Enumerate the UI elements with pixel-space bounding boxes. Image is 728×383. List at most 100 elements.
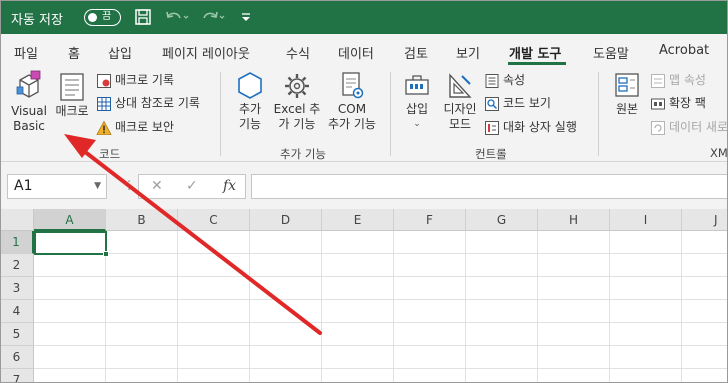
row-header[interactable]: 7	[0, 369, 34, 383]
addins-icon	[238, 72, 262, 99]
map-properties-button[interactable]: 맵 속성	[650, 70, 706, 90]
expansion-packs-icon	[651, 98, 665, 109]
column-header[interactable]: D	[250, 209, 322, 231]
map-properties-icon	[651, 73, 665, 88]
redo-icon[interactable]	[200, 8, 226, 26]
group-divider	[598, 72, 599, 156]
autosave-toggle[interactable]: 끔	[84, 9, 121, 26]
group-label-addins: 추가 기능	[280, 147, 326, 161]
active-tab-indicator	[508, 62, 566, 65]
tab-page-layout[interactable]: 페이지 레이아웃	[162, 43, 250, 62]
column-header[interactable]: A	[34, 209, 106, 231]
xml-source-icon	[615, 73, 639, 97]
name-box[interactable]: A1 ▼	[7, 174, 107, 199]
fill-handle[interactable]	[103, 251, 109, 257]
group-label-controls: 컨트롤	[475, 147, 507, 161]
row-header[interactable]: 4	[0, 300, 34, 323]
run-dialog-icon	[485, 120, 499, 135]
row-header[interactable]: 2	[0, 254, 34, 277]
column-header[interactable]: B	[106, 209, 178, 231]
tab-help[interactable]: 도움말	[593, 43, 629, 62]
row-header[interactable]: 6	[0, 346, 34, 369]
worksheet-grid: A B C D E F G H I J 1 2 3 4 5 6 7	[0, 209, 728, 383]
column-header[interactable]: I	[610, 209, 682, 231]
column-header[interactable]: J	[682, 209, 728, 231]
group-label-xml: XM	[710, 146, 728, 160]
record-macro-icon	[97, 73, 111, 88]
customize-qat-icon[interactable]	[240, 8, 252, 26]
group-label-code: 코드	[99, 147, 121, 161]
column-header[interactable]: C	[178, 209, 250, 231]
expansion-packs-button[interactable]: 확장 팩	[650, 93, 706, 113]
tab-file[interactable]: 파일	[14, 43, 38, 62]
formula-bar: A1 ▼ ⋮ ✕ ✓ fx	[0, 162, 728, 209]
record-macro-button[interactable]: 매크로 기록	[96, 70, 174, 90]
tab-developer[interactable]: 개발 도구	[509, 43, 561, 62]
tab-view[interactable]: 보기	[456, 43, 480, 62]
select-all-button[interactable]	[0, 209, 34, 231]
title-bar: 자동 저장 끔	[0, 0, 728, 34]
refresh-data-button[interactable]: 데이터 새로	[650, 117, 728, 137]
macros-button[interactable]: 매크로	[52, 70, 92, 119]
autosave-label: 자동 저장	[11, 13, 63, 28]
excel-addins-label: Excel 추 가 기능	[273, 102, 321, 131]
column-header[interactable]: F	[394, 209, 466, 231]
view-code-button[interactable]: 코드 보기	[484, 93, 551, 113]
design-mode-label: 디자인 모드	[443, 102, 477, 131]
com-addins-label: COM 추가 기능	[328, 102, 376, 131]
formula-input[interactable]	[251, 174, 728, 199]
insert-function-button[interactable]: fx	[223, 178, 236, 194]
tab-acrobat[interactable]: Acrobat	[659, 43, 709, 58]
addins-label: 추가 기능	[238, 102, 262, 131]
toggle-knob	[88, 13, 97, 22]
chevron-down-icon[interactable]: ▼	[94, 175, 101, 198]
visual-basic-button[interactable]: Visual Basic	[8, 70, 50, 134]
design-mode-button[interactable]: 디자인 모드	[440, 70, 480, 132]
tab-review[interactable]: 검토	[404, 43, 428, 62]
record-macro-label: 매크로 기록	[115, 73, 175, 87]
row-header[interactable]: 5	[0, 323, 34, 346]
tab-home[interactable]: 홈	[68, 43, 80, 62]
cell-area[interactable]	[34, 231, 728, 383]
ribbon-tabs: 파일 홈 삽입 페이지 레이아웃 수식 데이터 검토 보기 개발 도구 도움말 …	[0, 34, 728, 66]
xml-source-button[interactable]: 원본	[608, 70, 646, 117]
cancel-icon[interactable]: ✕	[151, 178, 163, 194]
map-properties-label: 맵 속성	[669, 73, 706, 87]
view-code-label: 코드 보기	[503, 96, 551, 110]
run-dialog-button[interactable]: 대화 상자 실행	[484, 117, 577, 137]
com-addins-button[interactable]: COM 추가 기능	[324, 70, 380, 132]
properties-icon	[485, 73, 499, 88]
macros-icon	[60, 73, 84, 101]
column-header[interactable]: H	[538, 209, 610, 231]
properties-button[interactable]: 속성	[484, 70, 525, 90]
save-icon[interactable]	[134, 8, 152, 26]
macros-label: 매크로	[55, 104, 89, 118]
undo-icon[interactable]	[164, 8, 190, 26]
active-cell[interactable]	[34, 231, 107, 255]
insert-control-button[interactable]: 삽입 ⌄	[400, 70, 434, 132]
excel-addins-button[interactable]: Excel 추 가 기능	[270, 70, 324, 132]
group-divider	[390, 72, 391, 156]
resize-handle-icon[interactable]: ⋮	[123, 178, 135, 192]
macro-security-button[interactable]: 매크로 보안	[96, 117, 174, 137]
row-header[interactable]: 1	[0, 231, 34, 254]
relative-references-button[interactable]: 상대 참조로 기록	[96, 93, 200, 113]
chevron-down-icon: ⌄	[413, 119, 421, 129]
autosave-state: 끔	[102, 11, 112, 22]
tab-data[interactable]: 데이터	[338, 43, 374, 62]
view-code-icon	[485, 96, 499, 111]
formula-buttons: ✕ ✓ fx	[138, 174, 246, 199]
column-header[interactable]: G	[466, 209, 538, 231]
addins-button[interactable]: 추가 기능	[232, 70, 268, 132]
tab-formulas[interactable]: 수식	[286, 43, 310, 62]
relative-references-icon	[97, 96, 111, 111]
gear-icon	[285, 74, 309, 98]
tab-insert[interactable]: 삽입	[108, 43, 132, 62]
com-addins-icon	[342, 72, 364, 99]
group-divider	[220, 72, 221, 156]
enter-icon[interactable]: ✓	[186, 178, 198, 194]
row-header[interactable]: 3	[0, 277, 34, 300]
run-dialog-label: 대화 상자 실행	[503, 120, 577, 134]
column-header[interactable]: E	[322, 209, 394, 231]
properties-label: 속성	[503, 73, 526, 87]
